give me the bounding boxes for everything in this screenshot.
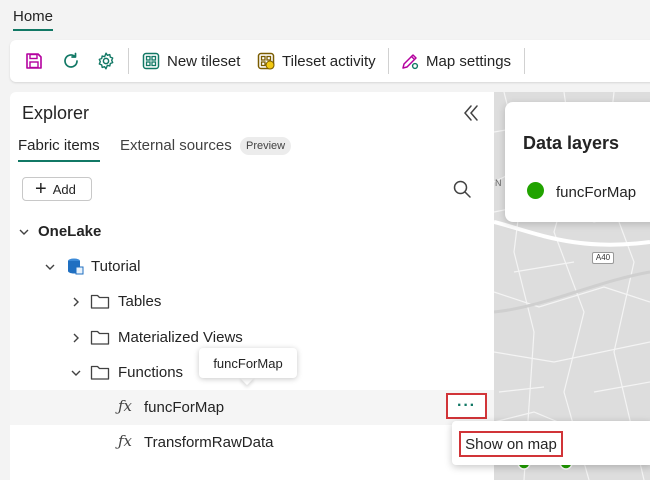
tree-item-label: TransformRawData <box>144 434 274 451</box>
chevron-right-icon <box>73 297 79 306</box>
plus-icon: + <box>35 178 47 200</box>
tileset-activity-button[interactable]: Tileset activity <box>256 40 376 82</box>
search-icon <box>453 180 471 198</box>
data-layers-title: Data layers <box>523 133 620 153</box>
search-button[interactable] <box>452 179 472 199</box>
toolbar-divider <box>388 48 389 74</box>
explorer-panel: Explorer Fabric items External sources P… <box>10 92 494 480</box>
data-layers-panel: Data layers funcForMap <box>505 102 650 222</box>
tree-item-tutorial[interactable]: Tutorial <box>10 249 494 284</box>
refresh-button[interactable] <box>61 40 81 82</box>
chevron-down-icon <box>45 264 55 270</box>
add-button[interactable]: + Add <box>22 177 92 201</box>
more-options-icon: ··· <box>457 397 476 414</box>
road-label: A40 <box>592 252 614 264</box>
tree-item-label: funcForMap <box>144 399 225 416</box>
settings-button[interactable] <box>96 40 116 82</box>
more-options-button[interactable]: ··· <box>446 393 487 419</box>
toolbar-divider <box>524 48 525 74</box>
tree-item-label: Materialized Views <box>118 329 243 346</box>
chevron-down-icon <box>19 229 29 235</box>
tree-item-label: Functions <box>118 364 184 381</box>
context-menu: Show on map <box>452 421 650 465</box>
tileset-activity-label: Tileset activity <box>282 52 376 70</box>
map-edge-label: N <box>495 178 502 188</box>
database-icon <box>68 258 84 275</box>
add-label: Add <box>52 181 76 197</box>
tree-item-label: Tables <box>118 293 162 310</box>
new-tileset-label: New tileset <box>167 52 241 70</box>
refresh-icon <box>64 52 78 68</box>
layer-color-dot <box>527 182 544 199</box>
chevron-down-icon <box>71 370 81 376</box>
map-settings-button[interactable]: Map settings <box>400 40 511 82</box>
show-on-map-menu-item[interactable]: Show on map <box>459 431 563 457</box>
layer-name[interactable]: funcForMap <box>556 184 636 201</box>
tree-item-tables[interactable]: Tables <box>10 284 494 319</box>
tab-fabric-items[interactable]: Fabric items <box>18 137 100 162</box>
map-settings-label: Map settings <box>426 52 512 70</box>
tree-item-funcformap[interactable]: ƒx funcForMap <box>10 390 494 425</box>
tree-item-transformrawdata[interactable]: ƒx TransformRawData <box>10 425 494 460</box>
collapse-panel-button[interactable] <box>462 102 482 124</box>
folder-icon <box>90 330 110 345</box>
map-settings-icon <box>402 54 419 70</box>
tileset-icon <box>142 52 160 70</box>
save-icon <box>26 53 42 69</box>
tab-external-sources[interactable]: External sources <box>120 137 232 154</box>
tileset-activity-icon <box>257 52 275 70</box>
folder-icon <box>90 294 110 309</box>
tree-item-label: Tutorial <box>91 258 141 275</box>
toolbar-divider <box>128 48 129 74</box>
preview-badge: Preview <box>240 137 292 155</box>
folder-icon <box>90 365 110 380</box>
new-tileset-button[interactable]: New tileset <box>141 40 240 82</box>
gear-icon <box>98 52 114 70</box>
tab-home[interactable]: Home <box>13 8 54 31</box>
function-icon: ƒx <box>118 432 133 450</box>
tooltip: funcForMap <box>199 348 297 378</box>
explorer-title: Explorer <box>22 103 90 123</box>
ribbon-tabs: Home <box>0 0 650 34</box>
double-chevron-left-icon <box>464 105 478 121</box>
tree-item-onelake[interactable]: OneLake <box>10 214 494 249</box>
toolbar: New tileset Tileset activity Map setting… <box>10 40 650 82</box>
tree-item-label: OneLake <box>38 223 102 240</box>
chevron-right-icon <box>73 333 79 342</box>
save-button[interactable] <box>24 40 44 82</box>
function-icon: ƒx <box>118 397 133 415</box>
